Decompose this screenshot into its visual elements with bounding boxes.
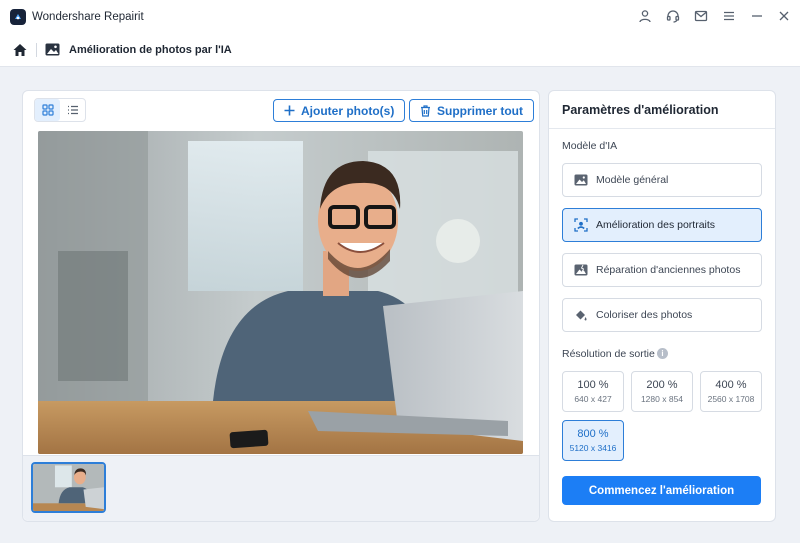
resolution-percent: 800 %	[577, 428, 609, 440]
image-icon	[574, 174, 588, 186]
model-option-general[interactable]: Modèle général	[562, 163, 762, 197]
grid-view-button[interactable]	[35, 99, 60, 121]
resolution-option-800[interactable]: 800 % 5120 x 3416	[562, 420, 624, 461]
close-icon[interactable]	[775, 7, 793, 25]
output-resolution-label: Résolution de sortie	[562, 348, 655, 360]
start-enhancement-button[interactable]: Commencez l'amélioration	[562, 476, 761, 505]
user-icon[interactable]	[636, 7, 654, 25]
photo-icon	[45, 43, 60, 56]
old-photo-icon	[574, 264, 588, 276]
resolution-dimensions: 640 x 427	[574, 394, 612, 404]
model-option-portrait[interactable]: Amélioration des portraits	[562, 208, 762, 242]
photo-preview	[38, 131, 523, 454]
delete-all-label: Supprimer tout	[437, 103, 523, 118]
minimize-icon[interactable]	[748, 7, 766, 25]
resolution-percent: 200 %	[646, 379, 678, 391]
paint-bucket-icon	[576, 310, 587, 321]
settings-divider	[549, 128, 775, 129]
settings-title: Paramètres d'amélioration	[562, 103, 719, 117]
list-view-button[interactable]	[60, 99, 85, 121]
add-photos-label: Ajouter photo(s)	[301, 103, 395, 118]
app-title: Wondershare Repairit	[32, 11, 144, 23]
resolution-percent: 100 %	[577, 379, 609, 391]
resolution-dimensions: 2560 x 1708	[707, 394, 755, 404]
delete-all-button[interactable]: Supprimer tout	[409, 99, 534, 122]
mail-icon[interactable]	[692, 7, 710, 25]
home-icon[interactable]	[12, 42, 28, 58]
model-option-label: Modèle général	[596, 174, 669, 186]
view-toggle	[34, 98, 86, 122]
model-option-label: Coloriser des photos	[596, 309, 693, 321]
model-option-colorize[interactable]: Coloriser des photos	[562, 298, 762, 332]
add-photos-button[interactable]: Ajouter photo(s)	[273, 99, 406, 122]
resolution-option-100[interactable]: 100 % 640 x 427	[562, 371, 624, 412]
resolution-dimensions: 1280 x 854	[640, 394, 684, 404]
model-option-old-photo[interactable]: Réparation d'anciennes photos	[562, 253, 762, 287]
photo-thumbnail[interactable]	[31, 462, 106, 513]
trash-icon	[421, 104, 430, 117]
resolution-option-400[interactable]: 400 % 2560 x 1708	[700, 371, 762, 412]
headset-icon[interactable]	[664, 7, 682, 25]
resolution-option-200[interactable]: 200 % 1280 x 854	[631, 371, 693, 412]
info-icon[interactable]: i	[657, 348, 668, 359]
ai-model-label: Modèle d'IA	[562, 140, 618, 152]
resolution-dimensions: 5120 x 3416	[569, 443, 617, 453]
plus-icon	[284, 105, 295, 116]
resolution-percent: 400 %	[715, 379, 747, 391]
breadcrumb-divider	[36, 43, 37, 57]
model-option-label: Amélioration des portraits	[596, 219, 716, 231]
model-option-label: Réparation d'anciennes photos	[596, 264, 741, 276]
menu-icon[interactable]	[720, 7, 738, 25]
app-logo-icon	[10, 9, 26, 25]
page-title: Amélioration de photos par l'IA	[69, 44, 232, 56]
title-bar: Wondershare Repairit	[0, 0, 800, 34]
portrait-scan-icon	[574, 218, 588, 232]
